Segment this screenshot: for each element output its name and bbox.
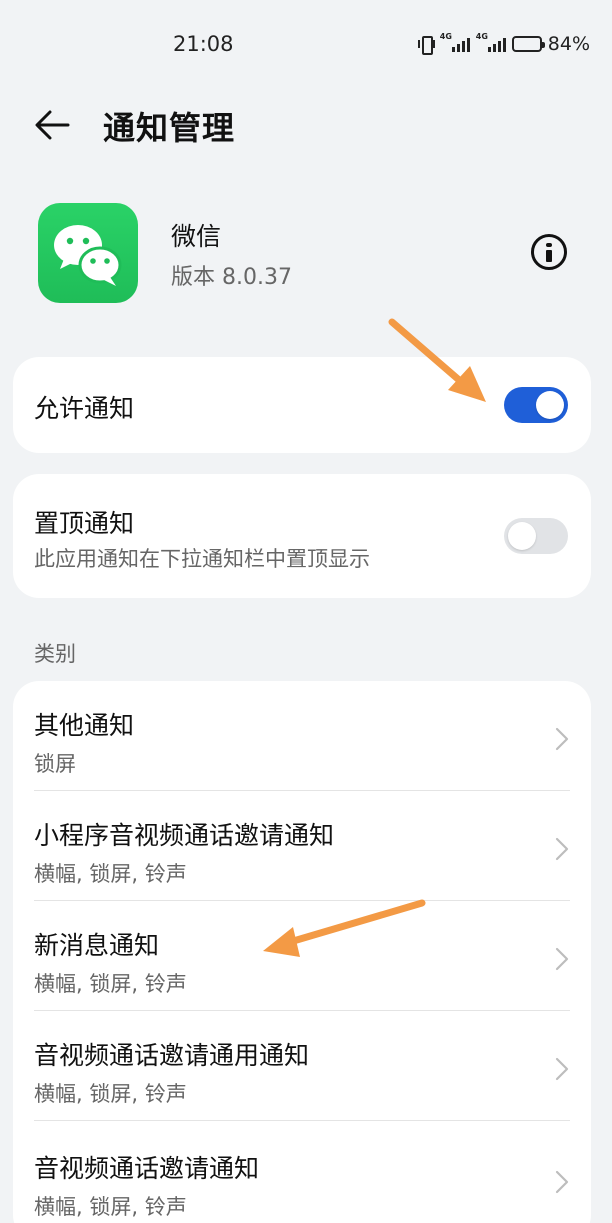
signal-icon-sim1: 4G bbox=[439, 32, 470, 52]
battery-percent: 84% bbox=[547, 33, 590, 55]
list-item[interactable]: 小程序音视频通话邀请通知 横幅, 锁屏, 铃声 bbox=[13, 791, 591, 901]
status-icons: 4G 4G 84% bbox=[417, 32, 590, 55]
category-subtitle: 横幅, 锁屏, 铃声 bbox=[34, 1082, 187, 1106]
arrow-left-icon bbox=[35, 110, 70, 140]
category-subtitle: 锁屏 bbox=[34, 752, 76, 776]
category-subtitle: 横幅, 锁屏, 铃声 bbox=[34, 972, 187, 996]
toggle-knob bbox=[536, 391, 564, 419]
info-icon[interactable] bbox=[531, 234, 567, 270]
back-button[interactable] bbox=[30, 103, 74, 147]
pinned-notifications-description: 此应用通知在下拉通知栏中置顶显示 bbox=[34, 547, 370, 571]
pinned-notifications-toggle[interactable] bbox=[504, 518, 568, 554]
network-type-label-1: 4G bbox=[439, 32, 452, 41]
app-version: 版本 8.0.37 bbox=[171, 265, 292, 290]
vibrate-icon bbox=[417, 35, 435, 55]
category-title: 新消息通知 bbox=[34, 931, 160, 960]
list-item[interactable]: 音视频通话邀请通用通知 横幅, 锁屏, 铃声 bbox=[13, 1011, 591, 1121]
allow-notifications-toggle[interactable] bbox=[504, 387, 568, 423]
category-title: 音视频通话邀请通知 bbox=[34, 1154, 260, 1183]
category-subtitle: 横幅, 锁屏, 铃声 bbox=[34, 1195, 187, 1219]
chevron-right-icon bbox=[555, 1170, 569, 1194]
divider bbox=[34, 1120, 570, 1121]
page-title: 通知管理 bbox=[103, 109, 236, 147]
pinned-notifications-label: 置顶通知 bbox=[34, 509, 135, 538]
chevron-right-icon bbox=[555, 1057, 569, 1081]
category-title: 其他通知 bbox=[34, 711, 135, 740]
allow-notifications-label: 允许通知 bbox=[34, 394, 135, 423]
signal-icon-sim2: 4G bbox=[475, 32, 506, 52]
list-item[interactable]: 新消息通知 横幅, 锁屏, 铃声 bbox=[13, 901, 591, 1011]
status-time: 21:08 bbox=[173, 32, 234, 56]
category-subtitle: 横幅, 锁屏, 铃声 bbox=[34, 862, 187, 886]
chevron-right-icon bbox=[555, 837, 569, 861]
toggle-knob bbox=[508, 522, 536, 550]
chevron-right-icon bbox=[555, 727, 569, 751]
network-type-label-2: 4G bbox=[475, 32, 488, 41]
list-item[interactable]: 其他通知 锁屏 bbox=[13, 681, 591, 791]
battery-icon bbox=[511, 36, 545, 52]
chevron-right-icon bbox=[555, 947, 569, 971]
pinned-notifications-card: 置顶通知 此应用通知在下拉通知栏中置顶显示 bbox=[13, 474, 591, 598]
wechat-logo bbox=[38, 203, 138, 303]
status-bar: 21:08 4G 4G 84% bbox=[0, 0, 612, 90]
categories-section-label: 类别 bbox=[34, 642, 76, 666]
categories-list: 其他通知 锁屏 小程序音视频通话邀请通知 横幅, 锁屏, 铃声 新消息通知 横幅… bbox=[13, 681, 591, 1223]
list-item[interactable]: 音视频通话邀请通知 横幅, 锁屏, 铃声 bbox=[13, 1124, 591, 1223]
category-title: 小程序音视频通话邀请通知 bbox=[34, 821, 335, 850]
header: 通知管理 bbox=[0, 95, 612, 155]
app-info: 微信 版本 8.0.37 bbox=[0, 195, 612, 315]
allow-notifications-card: 允许通知 bbox=[13, 357, 591, 453]
app-name: 微信 bbox=[171, 222, 222, 251]
category-title: 音视频通话邀请通用通知 bbox=[34, 1041, 310, 1070]
